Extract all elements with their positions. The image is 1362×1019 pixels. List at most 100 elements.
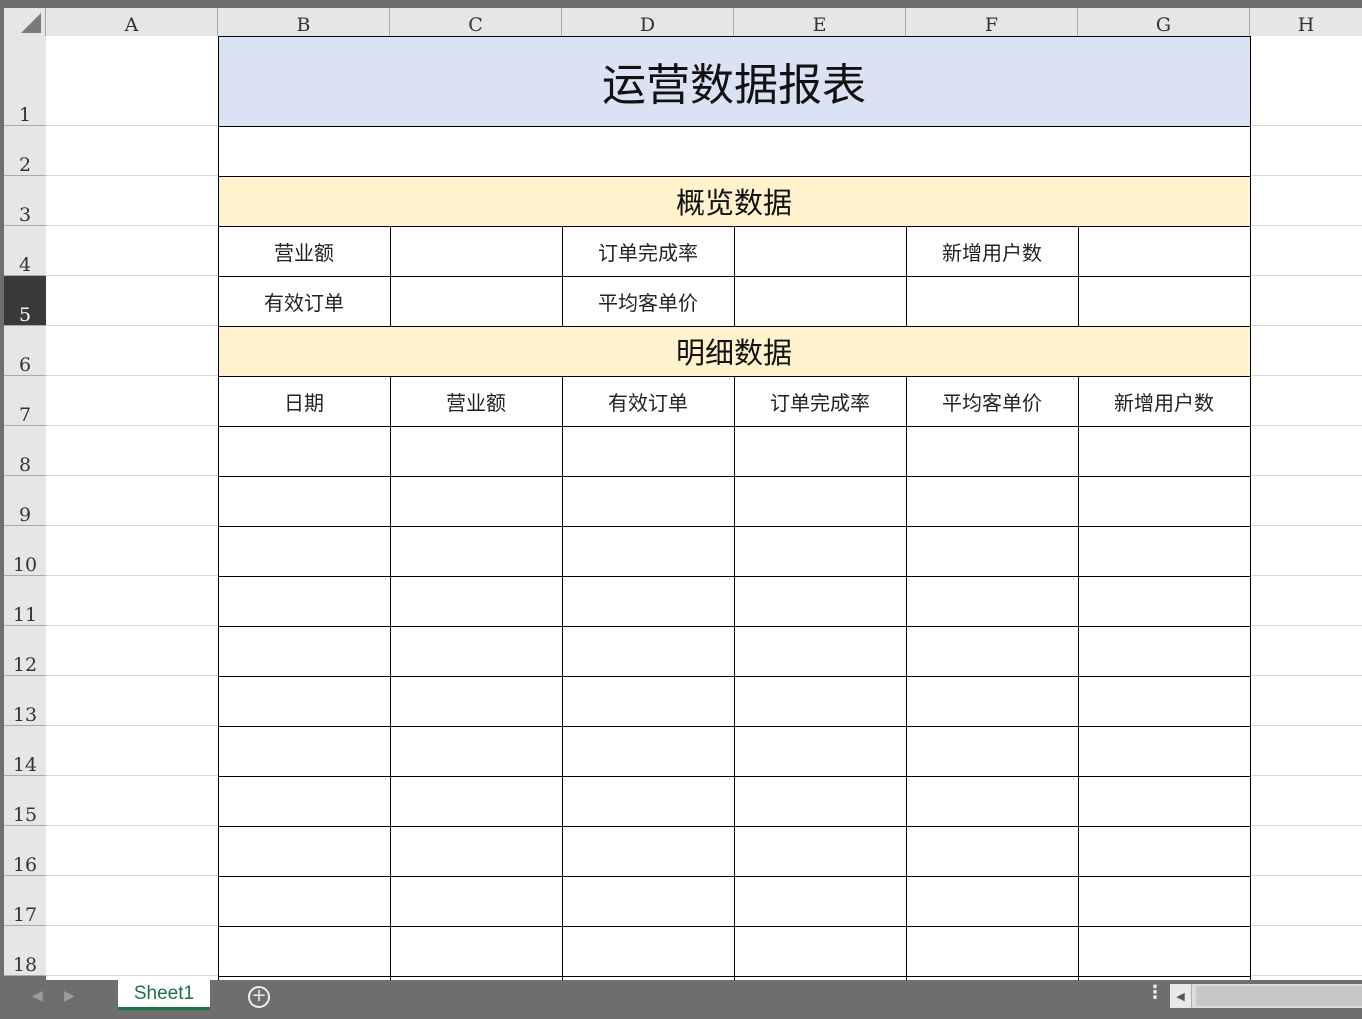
grid-line	[1250, 375, 1362, 376]
grid-line	[46, 975, 218, 976]
row-header-4[interactable]: 4	[4, 226, 46, 276]
grid-line	[1250, 875, 1362, 876]
row-header-8[interactable]: 8	[4, 426, 46, 476]
overview-value-valid-orders[interactable]	[390, 276, 562, 326]
grid-line	[46, 425, 218, 426]
detail-header-revenue[interactable]: 营业额	[390, 376, 562, 426]
row-header-18[interactable]: 18	[4, 926, 46, 976]
grid-line	[1250, 725, 1362, 726]
vertical-dots-icon[interactable]: ⋮	[1146, 984, 1164, 1002]
grid-line	[46, 675, 218, 676]
grid-line	[46, 125, 218, 126]
border-line	[1078, 376, 1079, 980]
grid-line	[46, 375, 218, 376]
grid-line	[1250, 125, 1362, 126]
overview-label-avg-order-value[interactable]: 平均客单价	[562, 276, 734, 326]
row-header-7[interactable]: 7	[4, 376, 46, 426]
row-header-5[interactable]: 5	[4, 276, 46, 326]
sheet-tab-bar: ◀ ▶ Sheet1 + ⋮ ◀	[0, 980, 1362, 1019]
grid-line	[1250, 275, 1362, 276]
column-header-a[interactable]: A	[46, 8, 218, 36]
plus-circle-icon[interactable]: +	[248, 986, 270, 1008]
grid-line	[1250, 225, 1362, 226]
horizontal-scrollbar[interactable]: ◀	[1170, 984, 1362, 1008]
row-header-10[interactable]: 10	[4, 526, 46, 576]
row-header-2[interactable]: 2	[4, 126, 46, 176]
grid-line	[46, 225, 218, 226]
detail-header-date[interactable]: 日期	[218, 376, 390, 426]
grid-line	[46, 925, 218, 926]
column-header-g[interactable]: G	[1078, 8, 1250, 36]
grid-line	[46, 275, 218, 276]
row-header-17[interactable]: 17	[4, 876, 46, 926]
column-header-h[interactable]: H	[1250, 8, 1362, 36]
border-line	[906, 376, 907, 980]
row-header-13[interactable]: 13	[4, 676, 46, 726]
grid-line	[1250, 925, 1362, 926]
overview-value-new-users[interactable]	[1078, 226, 1250, 276]
column-header-f[interactable]: F	[906, 8, 1078, 36]
row-header-9[interactable]: 9	[4, 476, 46, 526]
grid-line	[46, 525, 218, 526]
report-title[interactable]: 运营数据报表	[218, 36, 1250, 126]
grid-line	[46, 475, 218, 476]
select-all-corner[interactable]	[4, 8, 46, 36]
grid-line	[1250, 825, 1362, 826]
overview-value-avg-order-value[interactable]	[734, 276, 906, 326]
detail-header-avg-order-value[interactable]: 平均客单价	[906, 376, 1078, 426]
border-line	[734, 376, 735, 980]
grid-line	[1250, 775, 1362, 776]
row-header-15[interactable]: 15	[4, 776, 46, 826]
row-header-16[interactable]: 16	[4, 826, 46, 876]
border-line	[562, 376, 563, 980]
overview-value-completion-rate[interactable]	[734, 226, 906, 276]
grid-line	[46, 175, 218, 176]
grid-line	[1250, 525, 1362, 526]
column-header-d[interactable]: D	[562, 8, 734, 36]
overview-label-completion-rate[interactable]: 订单完成率	[562, 226, 734, 276]
worksheet-grid[interactable]: 运营数据报表 概览数据 营业额 订单完成率 新增用户数 有效订单 平均客单价 明…	[46, 36, 1362, 980]
grid-line	[46, 875, 218, 876]
row-header-6[interactable]: 6	[4, 326, 46, 376]
grid-line	[46, 725, 218, 726]
overview-label-revenue[interactable]: 营业额	[218, 226, 390, 276]
border-line	[1250, 36, 1251, 980]
sheet-tab-sheet1[interactable]: Sheet1	[118, 980, 210, 1010]
row-header-14[interactable]: 14	[4, 726, 46, 776]
grid-line	[46, 575, 218, 576]
grid-line	[1250, 575, 1362, 576]
column-header-b[interactable]: B	[218, 8, 390, 36]
column-header-bar: A B C D E F G H	[0, 0, 1362, 36]
grid-line	[1250, 425, 1362, 426]
grid-line	[46, 625, 218, 626]
select-all-triangle-icon	[21, 13, 41, 33]
column-header-c[interactable]: C	[390, 8, 562, 36]
detail-header-valid-orders[interactable]: 有效订单	[562, 376, 734, 426]
grid-line	[1250, 625, 1362, 626]
row-header-3[interactable]: 3	[4, 176, 46, 226]
scroll-left-arrow-icon[interactable]: ◀	[1170, 984, 1192, 1008]
row-header-12[interactable]: 12	[4, 626, 46, 676]
overview-value-revenue[interactable]	[390, 226, 562, 276]
scrollbar-thumb[interactable]	[1196, 986, 1362, 1006]
detail-heading[interactable]: 明细数据	[218, 326, 1250, 376]
grid-line	[1250, 975, 1362, 976]
column-header-e[interactable]: E	[734, 8, 906, 36]
scroll-tabs-right-icon[interactable]: ▶	[64, 988, 75, 1004]
scroll-tabs-left-icon[interactable]: ◀	[32, 988, 43, 1004]
grid-line	[1250, 475, 1362, 476]
overview-label-new-users[interactable]: 新增用户数	[906, 226, 1078, 276]
row-header-1[interactable]: 1	[4, 36, 46, 126]
overview-label-valid-orders[interactable]: 有效订单	[218, 276, 390, 326]
overview-heading[interactable]: 概览数据	[218, 176, 1250, 226]
grid-line	[1250, 325, 1362, 326]
row-header-11[interactable]: 11	[4, 576, 46, 626]
detail-header-new-users[interactable]: 新增用户数	[1078, 376, 1250, 426]
border-line	[390, 376, 391, 980]
row-header-bar: 1 2 3 4 5 6 7 8 9 10 11 12 13 14 15 16 1…	[0, 36, 46, 980]
grid-line	[46, 325, 218, 326]
grid-line	[1250, 675, 1362, 676]
grid-line	[46, 775, 218, 776]
grid-line	[1250, 175, 1362, 176]
detail-header-completion-rate[interactable]: 订单完成率	[734, 376, 906, 426]
